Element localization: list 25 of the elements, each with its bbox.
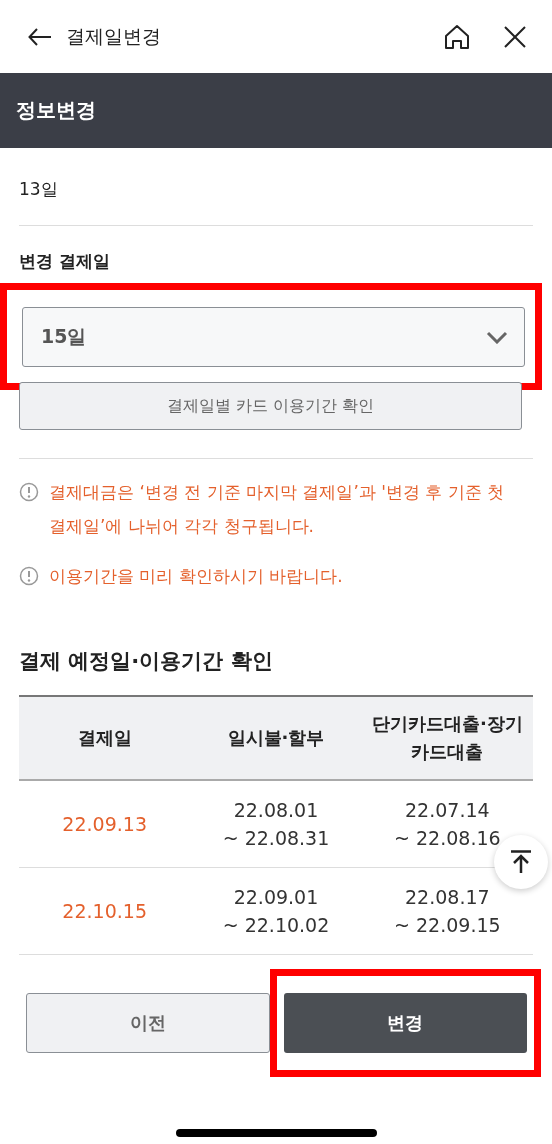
table-cell: 22.10.15 [19, 867, 191, 955]
table-cell: 22.09.01 ~ 22.10.02 [190, 867, 362, 955]
previous-button[interactable]: 이전 [26, 993, 270, 1053]
table-cell: 22.09.13 [19, 780, 191, 868]
period-check-button[interactable]: 결제일별 카드 이용기간 확인 [19, 382, 522, 430]
page-title: 결제일변경 [66, 23, 162, 49]
table-cell: 22.08.01 ~ 22.08.31 [190, 780, 362, 868]
column-header: 단기카드대출·장기카드대출 [361, 696, 533, 780]
day-select[interactable]: 15일 [22, 307, 525, 367]
back-icon[interactable] [28, 27, 52, 46]
header-title: 정보변경 [16, 97, 96, 124]
change-button[interactable]: 변경 [283, 993, 527, 1053]
chevron-down-icon [486, 330, 508, 344]
section-title: 결제 예정일·이용기간 확인 [18, 648, 274, 675]
column-header: 일시불·할부 [190, 696, 362, 780]
notice-text: 결제대금은 ‘변경 전 기준 마지막 결제일’과 '변경 후 기준 첫 결제일’에 나뉘어 각각 청구됩니다. [49, 481, 506, 538]
arrow-up-icon [510, 850, 532, 874]
info-icon [19, 566, 39, 586]
info-icon [19, 482, 39, 502]
current-day: 13일 [19, 148, 533, 225]
notice-text: 이용기간을 미리 확인하시기 바랍니다. [49, 565, 343, 588]
home-icon[interactable] [444, 23, 470, 50]
column-header: 결제일 [19, 696, 191, 780]
close-icon[interactable] [504, 25, 526, 48]
field-label: 변경 결제일 [18, 250, 111, 273]
